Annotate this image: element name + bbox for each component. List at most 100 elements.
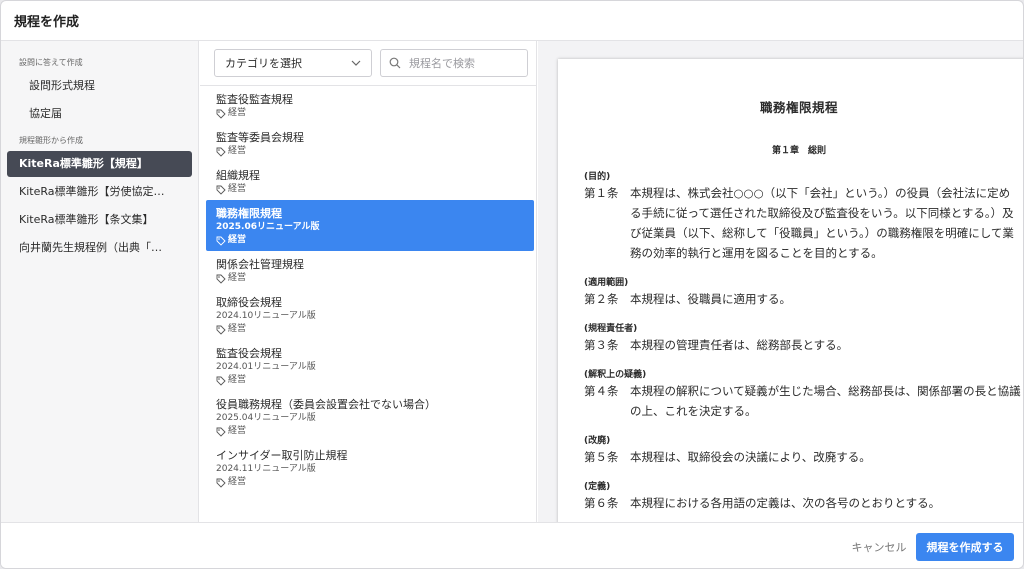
document-list-item[interactable]: 監査役監査規程経営 bbox=[206, 86, 534, 124]
article-line: 本規程の管理責任者は、総務部長とする。 bbox=[630, 338, 849, 352]
article-body: 本規程における各用語の定義は、次の各号のとおりとする。 bbox=[630, 493, 940, 513]
chevron-down-icon bbox=[351, 60, 361, 66]
document-list: 監査役監査規程 経営 監査等委員会規程 経営 組織規程 経営 職務権限規程 2025.06リニ… bbox=[200, 86, 536, 522]
article-number: 第６条 bbox=[584, 496, 619, 510]
sidebar-item[interactable]: KiteRa標準雛形【労使協定… bbox=[7, 179, 192, 205]
document-tag-label: 経営 bbox=[228, 273, 247, 283]
dialog-header: 規程を作成 bbox=[1, 1, 1023, 41]
article: 第４条 本規程の解釈について疑義が生じた場合、総務部長は、関係部署の長と協議 の上、… bbox=[584, 381, 1023, 421]
preview-title: 職務権限規程 bbox=[759, 100, 838, 115]
create-regulation-dialog: 規程を作成 設問に答えて作成 設問形式規程 協定届 規程雛形から作成 KiteRa… bbox=[0, 0, 1024, 569]
document-title: 監査役会規程 bbox=[216, 347, 282, 360]
article-body: 本規程の管理責任者は、総務部長とする。 bbox=[630, 335, 848, 355]
sidebar-item[interactable]: KiteRa標準雛形【条文集】 bbox=[7, 207, 192, 233]
article-heading: (定義) bbox=[584, 482, 611, 492]
article-number: 第４条 bbox=[584, 384, 619, 398]
article-line: 本規程の解釈について疑義が生じた場合、総務部長は、関係部署の長と協議 bbox=[630, 384, 1021, 398]
cancel-button[interactable]: キャンセル bbox=[843, 533, 915, 561]
tag-icon bbox=[216, 325, 226, 335]
document-tag: 経営 bbox=[216, 323, 524, 336]
document-tag-label: 経営 bbox=[228, 235, 247, 245]
article-number: 第２条 bbox=[584, 292, 619, 306]
sidebar-item[interactable]: 向井蘭先生規程例（出典「… bbox=[7, 235, 192, 261]
document-title: 取締役会規程 bbox=[216, 296, 282, 309]
tag-icon bbox=[216, 236, 226, 246]
document-tag-label: 経営 bbox=[228, 146, 247, 156]
create-regulation-button[interactable]: 規程を作成する bbox=[916, 533, 1014, 561]
template-source-sidebar: 設問に答えて作成 設問形式規程 協定届 規程雛形から作成 KiteRa標準雛形【規… bbox=[1, 41, 199, 522]
document-title: 監査等委員会規程 bbox=[216, 131, 304, 144]
search-icon bbox=[389, 57, 401, 69]
document-preview: 職務権限規程 第１章 総則 (目的) 第１条 本規程は、株式会社○○○（以下「会社」… bbox=[558, 59, 1023, 522]
article-line: 本規程における各用語の定義は、次の各号のとおりとする。 bbox=[630, 496, 941, 510]
category-select-label: カテゴリを選択 bbox=[225, 57, 302, 70]
document-version: 2024.11リニューアル版 bbox=[216, 464, 316, 474]
tag-icon bbox=[216, 376, 226, 386]
dialog-footer: キャンセル 規程を作成する bbox=[1, 522, 1023, 568]
preview-area[interactable]: 職務権限規程 第１章 総則 (目的) 第１条 本規程は、株式会社○○○（以下「会社」… bbox=[538, 41, 1023, 522]
document-title: 関係会社管理規程 bbox=[216, 258, 304, 271]
article-line: 本規程は、株式会社○○○（以下「会社」という。）の役員（会社法に定め bbox=[630, 186, 1011, 200]
article-heading: (適用範囲) bbox=[584, 278, 629, 288]
article-number: 第１条 bbox=[584, 186, 619, 200]
document-list-item[interactable]: 関係会社管理規程経営 bbox=[206, 251, 534, 289]
document-title: 役員職務規程（委員会設置会社でない場合） bbox=[216, 398, 436, 411]
article-body: 本規程は、役職員に適用する。 bbox=[630, 289, 791, 309]
document-version: 2025.06リニューアル版 bbox=[216, 222, 320, 232]
category-select[interactable]: カテゴリを選択 bbox=[214, 49, 372, 77]
document-list-item[interactable]: 職務権限規程 2025.06リニューアル版経営 bbox=[206, 200, 534, 251]
article-line: の上、これを決定する。 bbox=[630, 404, 757, 418]
article-body: 本規程は、取締役会の決議により、改廃する。 bbox=[630, 447, 871, 467]
document-tag: 経営 bbox=[216, 272, 524, 285]
document-title: インサイダー取引防止規程 bbox=[216, 449, 348, 462]
document-version: 2024.10リニューアル版 bbox=[216, 311, 316, 321]
article-heading: (改廃) bbox=[584, 436, 611, 446]
document-tag-label: 経営 bbox=[228, 477, 247, 487]
filter-bar: カテゴリを選択 bbox=[200, 41, 536, 86]
tag-icon bbox=[216, 478, 226, 488]
document-tag: 経営 bbox=[216, 234, 524, 247]
document-list-item[interactable]: 役員職務規程（委員会設置会社でない場合） 2025.04リニューアル版 経営 bbox=[206, 391, 534, 442]
document-list-item[interactable]: インサイダー取引防止規程 2024.11リニューアル版経営 bbox=[206, 442, 534, 493]
document-tag-label: 経営 bbox=[228, 108, 247, 118]
dialog-title: 規程を作成 bbox=[14, 15, 80, 30]
search-field[interactable] bbox=[380, 49, 528, 77]
document-list-item[interactable]: 組織規程 経営 bbox=[206, 162, 534, 200]
sidebar-item[interactable]: 設問形式規程 bbox=[7, 73, 192, 99]
section-label-templates: 規程雛形から作成 bbox=[19, 136, 83, 145]
tag-icon bbox=[216, 427, 226, 437]
article-number: 第３条 bbox=[584, 338, 619, 352]
document-tag-label: 経営 bbox=[228, 375, 247, 385]
document-tag-label: 経営 bbox=[228, 324, 247, 334]
document-list-item[interactable]: 監査等委員会規程経営 bbox=[206, 124, 534, 162]
article-line: 本規程は、取締役会の決議により、改廃する。 bbox=[630, 450, 871, 464]
document-tag: 経営 bbox=[216, 425, 524, 438]
section-label-questions: 設問に答えて作成 bbox=[19, 58, 83, 67]
article-heading: (規程責任者) bbox=[584, 324, 638, 334]
article-heading: (目的) bbox=[584, 172, 611, 182]
article-number: 第５条 bbox=[584, 450, 619, 464]
document-title: 監査役監査規程 bbox=[216, 93, 293, 106]
document-tag: 経営 bbox=[216, 107, 524, 120]
document-tag: 経営 bbox=[216, 374, 524, 387]
search-input[interactable] bbox=[409, 56, 509, 70]
document-list-item[interactable]: 取締役会規程 2024.10リニューアル版経営 bbox=[206, 289, 534, 340]
article: 第３条 本規程の管理責任者は、総務部長とする。 bbox=[584, 335, 1023, 355]
article: 第２条 本規程は、役職員に適用する。 bbox=[584, 289, 1023, 309]
document-list-item[interactable]: 監査役会規程 2024.01リニューアル版経営 bbox=[206, 340, 534, 391]
document-title: 職務権限規程 bbox=[216, 207, 282, 220]
document-title: 組織規程 bbox=[216, 169, 260, 182]
tag-icon bbox=[216, 274, 226, 284]
document-tag: 経営 bbox=[216, 183, 524, 196]
article-line: 務の効率的執行と運用を図ることを目的とする。 bbox=[630, 246, 883, 260]
sidebar-item[interactable]: KiteRa標準雛形【規程】 bbox=[7, 151, 192, 177]
document-tag: 経営 bbox=[216, 476, 524, 489]
sidebar-item[interactable]: 協定届 bbox=[7, 101, 192, 127]
article-heading: (解釈上の疑義) bbox=[584, 370, 647, 380]
tag-icon bbox=[216, 185, 226, 195]
tag-icon bbox=[216, 109, 226, 119]
article: 第５条 本規程は、取締役会の決議により、改廃する。 bbox=[584, 447, 1023, 467]
document-version: 2024.01リニューアル版 bbox=[216, 362, 316, 372]
tag-icon bbox=[216, 147, 226, 157]
article-body: 本規程の解釈について疑義が生じた場合、総務部長は、関係部署の長と協議 の上、これを… bbox=[630, 381, 1021, 421]
